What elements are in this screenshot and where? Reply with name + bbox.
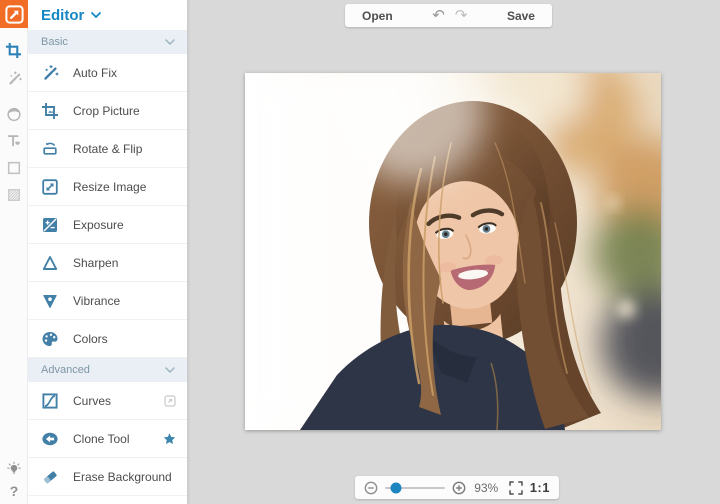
actual-size-button[interactable]: 1:1 xyxy=(530,480,550,495)
sidebar-item-colors[interactable]: Colors xyxy=(28,320,187,358)
top-toolbar: Open ↶ ↷ Save xyxy=(345,4,552,27)
sidebar-item-exposure[interactable]: Exposure xyxy=(28,206,187,244)
exposure-icon xyxy=(41,216,59,234)
clone-tool-icon xyxy=(41,430,59,448)
auto-fix-icon xyxy=(41,64,59,82)
redo-icon[interactable]: ↷ xyxy=(455,8,468,23)
chevron-down-icon xyxy=(165,367,175,373)
fotor-logo-icon xyxy=(5,5,24,24)
colors-palette-icon xyxy=(41,330,59,348)
menu-item-label: Exposure xyxy=(73,218,124,232)
crop-picture-icon xyxy=(41,102,59,120)
sidebar-item-curves[interactable]: Curves xyxy=(28,382,187,420)
sidebar-item-crop-picture[interactable]: Crop Picture xyxy=(28,92,187,130)
beauty-tool-icon[interactable] xyxy=(0,100,28,127)
rotate-flip-icon xyxy=(41,140,59,158)
zoom-statusbar: 93% 1:1 xyxy=(355,476,559,499)
zoom-out-icon[interactable] xyxy=(364,481,378,495)
star-badge-icon xyxy=(163,432,176,445)
editor-menu-toggle[interactable]: Editor xyxy=(28,0,187,30)
menu-item-label: Colors xyxy=(73,332,108,346)
section-header-advanced[interactable]: Advanced xyxy=(28,358,187,382)
sidebar-item-resize-image[interactable]: Resize Image xyxy=(28,168,187,206)
section-label: Basic xyxy=(41,36,68,48)
canvas-image[interactable] xyxy=(245,73,661,430)
sharpen-icon xyxy=(41,254,59,272)
menu-item-label: Clone Tool xyxy=(73,432,129,446)
resize-image-icon xyxy=(41,178,59,196)
zoom-level-value: 93% xyxy=(473,481,500,495)
undo-icon[interactable]: ↶ xyxy=(432,8,445,23)
frame-tool-icon[interactable] xyxy=(0,154,28,181)
texture-tool-icon[interactable] xyxy=(0,181,28,208)
page-title: Editor xyxy=(41,7,84,24)
crop-tool-icon[interactable] xyxy=(0,37,28,64)
zoom-slider[interactable] xyxy=(385,487,445,489)
menu-item-label: Sharpen xyxy=(73,256,118,270)
vibrance-icon xyxy=(41,292,59,310)
curves-icon xyxy=(41,392,59,410)
chevron-down-icon xyxy=(165,39,175,45)
portrait-photo-illustration xyxy=(245,73,661,430)
menu-item-label: Resize Image xyxy=(73,180,146,194)
history-controls: ↶ ↷ xyxy=(432,8,467,23)
menu-item-label: Curves xyxy=(73,394,111,408)
sidebar-item-erase-background[interactable]: Erase Background xyxy=(28,458,187,496)
menu-item-label: Rotate & Flip xyxy=(73,142,142,156)
sidebar-item-rotate-flip[interactable]: Rotate & Flip xyxy=(28,130,187,168)
sidebar-item-sharpen[interactable]: Sharpen xyxy=(28,244,187,282)
erase-background-icon xyxy=(41,468,59,486)
zoom-slider-handle[interactable] xyxy=(390,482,401,493)
magic-wand-tool-icon[interactable] xyxy=(0,64,28,91)
zoom-in-icon[interactable] xyxy=(452,481,466,495)
app-logo[interactable] xyxy=(0,0,28,28)
editor-sidebar: Editor Basic Auto Fix xyxy=(28,0,187,504)
external-link-badge-icon xyxy=(164,395,176,407)
menu-item-label: Crop Picture xyxy=(73,104,140,118)
section-header-basic[interactable]: Basic xyxy=(28,30,187,54)
menu-item-label: Vibrance xyxy=(73,294,120,308)
help-icon[interactable]: ? xyxy=(10,483,19,499)
sidebar-item-clone-tool[interactable]: Clone Tool xyxy=(28,420,187,458)
sidebar-item-vibrance[interactable]: Vibrance xyxy=(28,282,187,320)
rail-tool-list xyxy=(0,28,27,208)
section-label: Advanced xyxy=(41,364,90,376)
tool-rail: ? xyxy=(0,0,28,504)
text-tool-icon[interactable] xyxy=(0,127,28,154)
menu-item-label: Auto Fix xyxy=(73,66,117,80)
sidebar-item-auto-fix[interactable]: Auto Fix xyxy=(28,54,187,92)
fullscreen-icon[interactable] xyxy=(509,481,523,495)
open-button[interactable]: Open xyxy=(362,9,393,23)
menu-item-label: Erase Background xyxy=(73,470,172,484)
tips-lightbulb-icon[interactable] xyxy=(5,460,23,478)
save-button[interactable]: Save xyxy=(507,9,535,23)
rail-bottom-icons: ? xyxy=(0,460,28,499)
photo-editor-window: { "colors": { "accent_orange": "#F16C24"… xyxy=(0,0,720,504)
chevron-down-icon xyxy=(91,12,101,18)
